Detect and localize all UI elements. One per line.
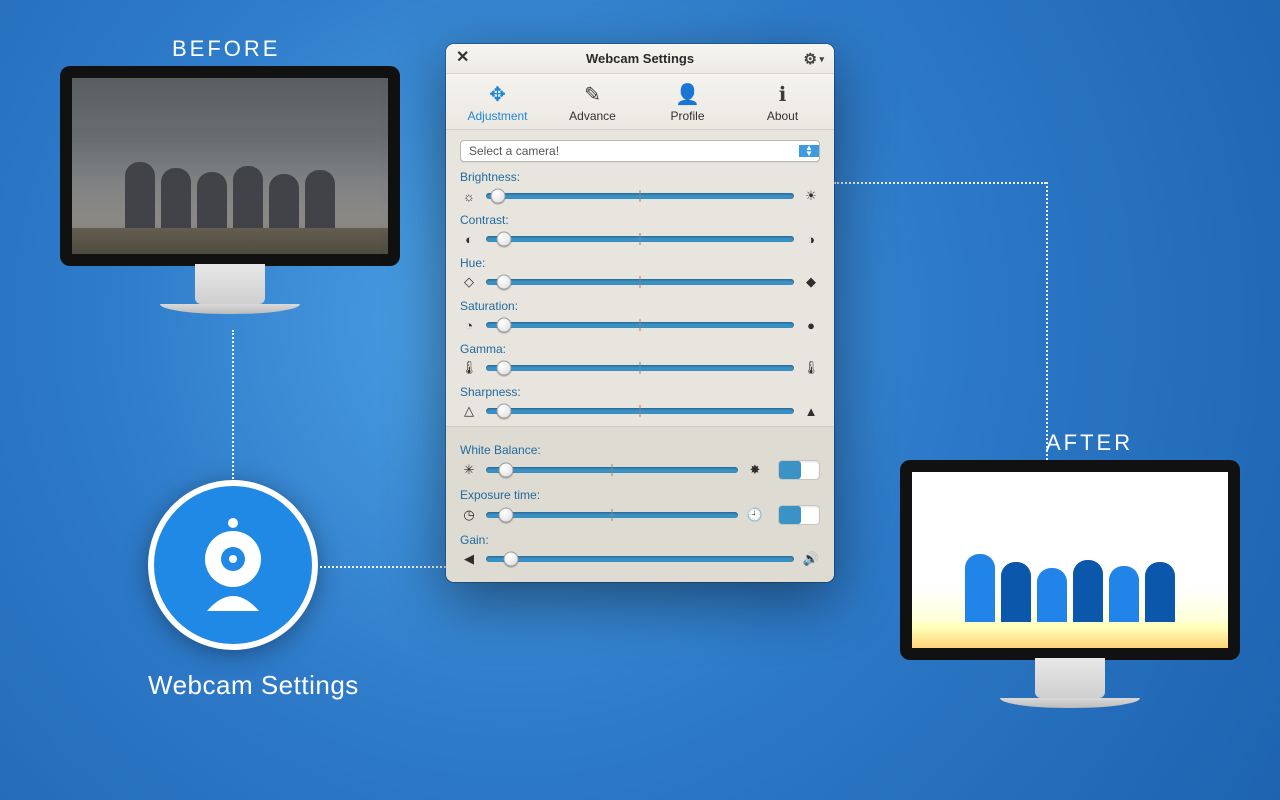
volume-high-icon: 🔊 bbox=[802, 551, 820, 567]
profile-icon: 👤 bbox=[640, 82, 735, 107]
tab-about[interactable]: ℹ About bbox=[735, 82, 830, 123]
slider-label: Sharpness: bbox=[460, 385, 820, 399]
tab-advance[interactable]: ✎ Advance bbox=[545, 82, 640, 123]
control-contrast: Contrast: ◐ ◑ bbox=[460, 213, 820, 248]
app-name: Webcam Settings bbox=[148, 670, 359, 701]
tab-profile[interactable]: 👤 Profile bbox=[640, 82, 735, 123]
tab-label: Adjustment bbox=[467, 109, 527, 123]
volume-low-icon: ◀ bbox=[460, 551, 478, 567]
before-label: BEFORE bbox=[172, 36, 280, 62]
tab-label: Advance bbox=[569, 109, 616, 123]
sharpness-high-icon: ▲ bbox=[802, 404, 820, 419]
slider-label: Gain: bbox=[460, 533, 820, 547]
window-titlebar: ✕ Webcam Settings ⚙ bbox=[446, 44, 834, 74]
slider-brightness[interactable] bbox=[486, 187, 794, 205]
select-arrows-icon: ▲▼ bbox=[799, 145, 819, 157]
slider-label: Saturation: bbox=[460, 299, 820, 313]
tab-adjustment[interactable]: ✥ Adjustment bbox=[450, 82, 545, 123]
control-gamma: Gamma: 🌡 🌡 bbox=[460, 342, 820, 377]
webcam-settings-window: ✕ Webcam Settings ⚙ ✥ Adjustment ✎ Advan… bbox=[446, 44, 834, 582]
saturation-high-icon: ● bbox=[802, 318, 820, 333]
slider-gain[interactable] bbox=[486, 550, 794, 568]
saturation-low-icon: ◔ bbox=[460, 318, 478, 333]
slider-hue[interactable] bbox=[486, 273, 794, 291]
toggle-white_balance[interactable] bbox=[778, 460, 820, 480]
slider-label: Exposure time: bbox=[460, 488, 820, 502]
close-icon[interactable]: ✕ bbox=[456, 50, 469, 66]
after-monitor bbox=[900, 460, 1240, 708]
toolbar: ✥ Adjustment ✎ Advance 👤 Profile ℹ About bbox=[446, 74, 834, 130]
brightness-high-icon: ☀ bbox=[802, 188, 820, 204]
brightness-low-icon: ☼ bbox=[460, 189, 478, 204]
slider-label: Brightness: bbox=[460, 170, 820, 184]
about-icon: ℹ bbox=[735, 82, 830, 107]
connector-line bbox=[1046, 182, 1048, 460]
gamma-low-icon: 🌡 bbox=[460, 360, 478, 376]
before-monitor bbox=[60, 66, 400, 314]
webcam-icon bbox=[183, 515, 283, 615]
hue-high-icon: ◆ bbox=[802, 274, 820, 290]
wb-low-icon: ✳ bbox=[460, 462, 478, 478]
exposure-high-icon: 🕘 bbox=[746, 507, 764, 523]
slider-gamma[interactable] bbox=[486, 359, 794, 377]
slider-label: Contrast: bbox=[460, 213, 820, 227]
control-sharpness: Sharpness: △ ▲ bbox=[460, 385, 820, 420]
connector-line bbox=[834, 182, 1046, 184]
control-white_balance: White Balance: ✳ ✸ bbox=[460, 443, 820, 480]
window-body: Select a camera! ▲▼ Brightness: ☼ ☀ Contras… bbox=[446, 130, 834, 582]
control-exposure: Exposure time: ◷ 🕘 bbox=[460, 488, 820, 525]
slider-label: Gamma: bbox=[460, 342, 820, 356]
slider-exposure[interactable] bbox=[486, 506, 738, 524]
control-saturation: Saturation: ◔ ● bbox=[460, 299, 820, 334]
hue-low-icon: ◇ bbox=[460, 274, 478, 290]
wb-high-icon: ✸ bbox=[746, 462, 764, 478]
gear-icon[interactable]: ⚙ bbox=[804, 50, 824, 68]
connector-line bbox=[320, 566, 446, 568]
contrast-high-icon: ◑ bbox=[802, 232, 820, 247]
app-icon bbox=[148, 480, 318, 650]
tab-label: Profile bbox=[670, 109, 704, 123]
advance-icon: ✎ bbox=[545, 82, 640, 107]
camera-select[interactable]: Select a camera! ▲▼ bbox=[460, 140, 820, 162]
window-title: Webcam Settings bbox=[586, 51, 694, 66]
slider-label: White Balance: bbox=[460, 443, 820, 457]
slider-white_balance[interactable] bbox=[486, 461, 738, 479]
tab-label: About bbox=[767, 109, 798, 123]
slider-label: Hue: bbox=[460, 256, 820, 270]
exposure-low-icon: ◷ bbox=[460, 507, 478, 523]
control-hue: Hue: ◇ ◆ bbox=[460, 256, 820, 291]
control-gain: Gain: ◀ 🔊 bbox=[460, 533, 820, 568]
sharpness-low-icon: △ bbox=[460, 403, 478, 419]
adjustment-icon: ✥ bbox=[450, 82, 545, 107]
slider-contrast[interactable] bbox=[486, 230, 794, 248]
control-brightness: Brightness: ☼ ☀ bbox=[460, 170, 820, 205]
contrast-low-icon: ◐ bbox=[460, 232, 478, 247]
camera-select-value: Select a camera! bbox=[461, 144, 799, 158]
slider-saturation[interactable] bbox=[486, 316, 794, 334]
after-label: AFTER bbox=[1046, 430, 1133, 456]
connector-line bbox=[232, 330, 234, 482]
gamma-high-icon: 🌡 bbox=[802, 360, 820, 376]
slider-sharpness[interactable] bbox=[486, 402, 794, 420]
app-identity: Webcam Settings bbox=[148, 480, 359, 701]
toggle-exposure[interactable] bbox=[778, 505, 820, 525]
